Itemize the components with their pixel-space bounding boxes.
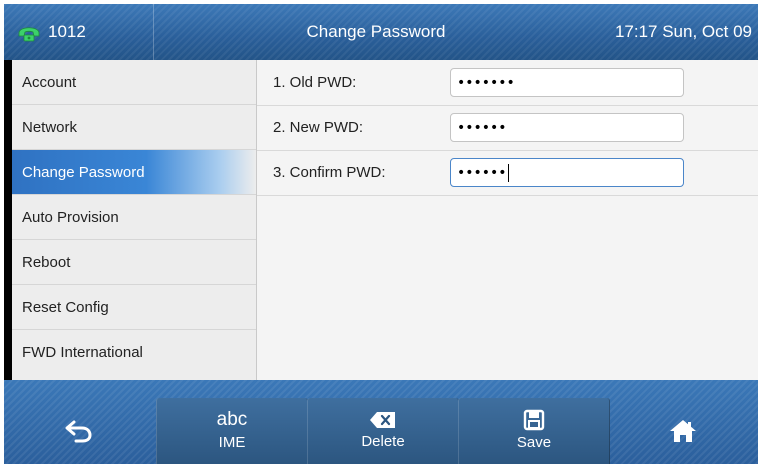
new-pwd-row: 2. New PWD: ••••••	[257, 105, 758, 151]
delete-label: Delete	[361, 433, 405, 450]
confirm-pwd-input[interactable]: ••••••	[450, 158, 684, 187]
backspace-icon	[369, 410, 397, 430]
password-form: 1. Old PWD: ••••••• 2. New PWD: •••••• 3…	[257, 60, 758, 380]
old-pwd-label: 1. Old PWD:	[273, 74, 357, 91]
save-button[interactable]: Save	[458, 398, 610, 464]
confirm-pwd-value: ••••••	[457, 164, 507, 181]
settings-menu: Account Network Change Password Auto Pro…	[12, 60, 257, 380]
ime-button[interactable]: abc IME	[156, 398, 308, 464]
content-area: Account Network Change Password Auto Pro…	[12, 60, 758, 380]
confirm-pwd-label: 3. Confirm PWD:	[273, 164, 386, 181]
old-pwd-input[interactable]: •••••••	[450, 68, 684, 97]
menu-item-auto-provision[interactable]: Auto Provision	[12, 195, 256, 240]
menu-item-account[interactable]: Account	[12, 60, 256, 105]
ime-label: IME	[218, 434, 246, 451]
phone-screen: 1012 Change Password 17:17 Sun, Oct 09 A…	[4, 4, 758, 464]
floppy-disk-icon	[523, 409, 545, 431]
confirm-pwd-row: 3. Confirm PWD: ••••••	[257, 150, 758, 196]
old-pwd-row: 1. Old PWD: •••••••	[257, 60, 758, 106]
home-icon	[668, 418, 698, 444]
status-bar: 1012 Change Password 17:17 Sun, Oct 09	[4, 4, 758, 60]
menu-item-network[interactable]: Network	[12, 105, 256, 150]
text-caret	[507, 163, 510, 182]
ime-mode: abc	[216, 409, 248, 430]
new-pwd-input[interactable]: ••••••	[450, 113, 684, 142]
phone-registered-icon	[16, 19, 42, 45]
menu-item-reboot[interactable]: Reboot	[12, 240, 256, 285]
menu-item-change-password[interactable]: Change Password	[12, 150, 256, 195]
account-number: 1012	[48, 22, 86, 41]
home-button[interactable]	[608, 398, 758, 464]
back-button[interactable]	[4, 398, 154, 464]
date-time: 17:17 Sun, Oct 09	[614, 22, 752, 41]
delete-button[interactable]: Delete	[307, 398, 459, 464]
menu-item-fwd-international[interactable]: FWD International	[12, 330, 256, 375]
page-title: Change Password	[306, 22, 446, 41]
menu-item-reset-config[interactable]: Reset Config	[12, 285, 256, 330]
back-arrow-icon	[64, 418, 94, 444]
new-pwd-label: 2. New PWD:	[273, 119, 364, 136]
softkey-bar: abc IME Delete Save	[4, 380, 758, 464]
account-indicator: 1012	[4, 4, 154, 60]
save-label: Save	[516, 434, 552, 451]
